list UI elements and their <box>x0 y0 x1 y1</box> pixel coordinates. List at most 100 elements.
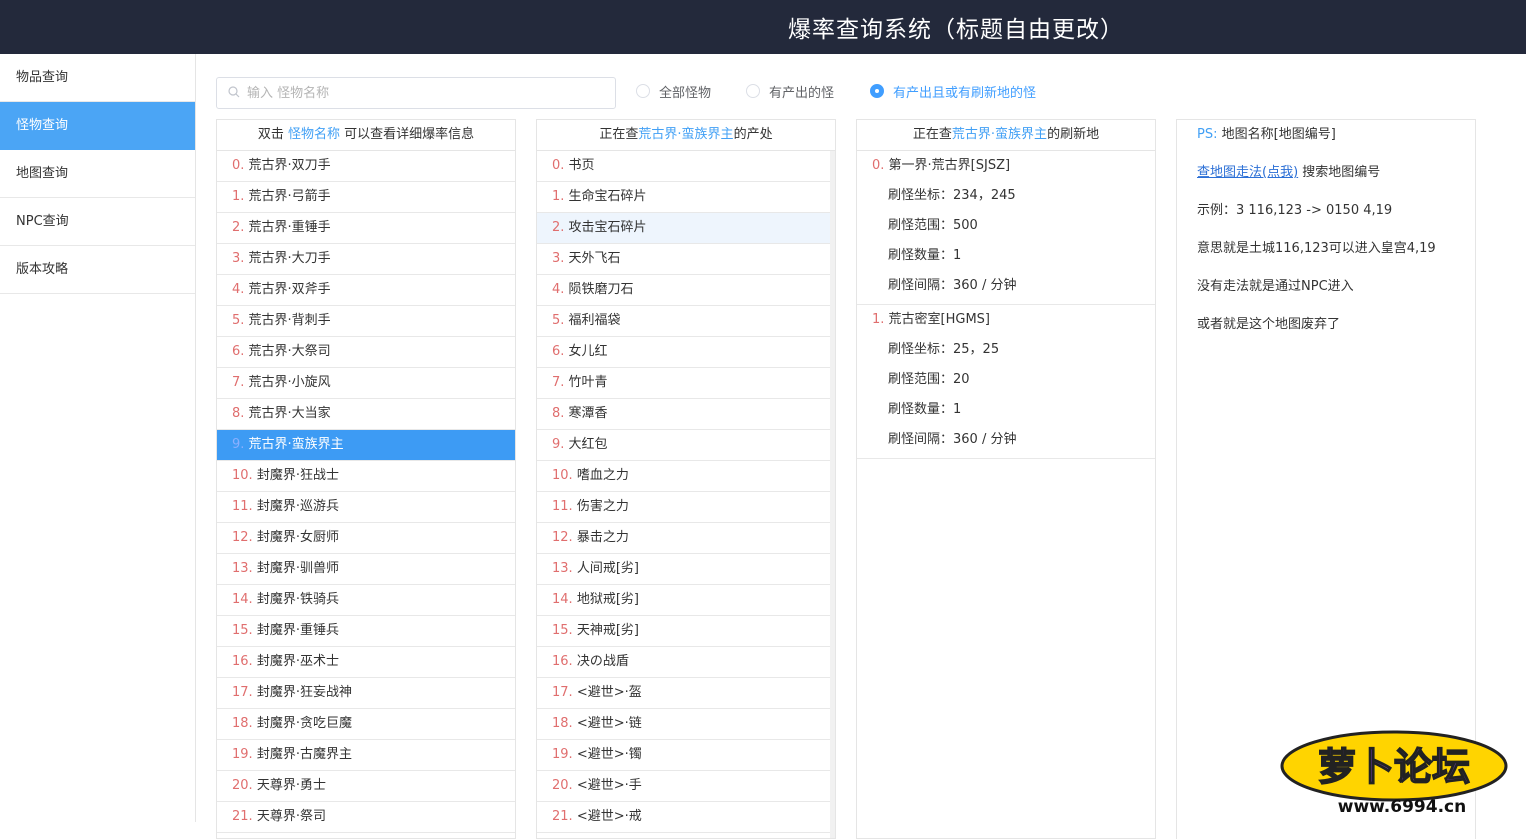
page-title: 爆率查询系统（标题自由更改） <box>788 17 1124 43</box>
drop-row[interactable]: 3. 天外飞石 <box>537 244 835 275</box>
monster-name: 封魔界·狂战士 <box>256 468 339 483</box>
monster-row[interactable]: 3. 荒古界·大刀手 <box>217 244 515 275</box>
spawn-location-title: 1. 荒古密室[HGMS] <box>857 305 1155 335</box>
drop-row[interactable]: 7. 竹叶青 <box>537 368 835 399</box>
monster-row[interactable]: 21. 天尊界·祭司 <box>217 802 515 833</box>
drop-row[interactable]: 6. 女儿红 <box>537 337 835 368</box>
monster-row[interactable]: 20. 天尊界·勇士 <box>217 771 515 802</box>
note-abandoned: 或者就是这个地图废弃了 <box>1197 317 1341 332</box>
row-index: 0. <box>232 158 249 173</box>
row-index: 6. <box>232 344 249 359</box>
monster-row[interactable]: 2. 荒古界·重锤手 <box>217 213 515 244</box>
sidebar-item-guide[interactable]: 版本攻略 <box>0 246 195 294</box>
row-index: 2. <box>552 220 569 235</box>
row-index: 4. <box>232 282 249 297</box>
drop-row[interactable]: 4. 陨铁磨刀石 <box>537 275 835 306</box>
spawn-location[interactable]: 0. 第一界·荒古界[SJSZ] 刷怪坐标：234，245 刷怪范围：500 刷怪数量… <box>857 151 1155 305</box>
drop-list: 0. 书页 1. 生命宝石碎片 2. 攻击宝石碎片 3. 天外飞石 4. 陨铁磨刀石 5.… <box>537 151 835 833</box>
drop-row[interactable]: 15. 天神戒[劣] <box>537 616 835 647</box>
monster-row[interactable]: 8. 荒古界·大当家 <box>217 399 515 430</box>
monster-row[interactable]: 18. 封魔界·贪吃巨魔 <box>217 709 515 740</box>
row-index: 19. <box>232 747 257 762</box>
drop-row[interactable]: 5. 福利福袋 <box>537 306 835 337</box>
drop-row[interactable]: 0. 书页 <box>537 151 835 182</box>
link-suffix: 搜索地图编号 <box>1298 165 1381 180</box>
map-route-link[interactable]: 查地图走法(点我) <box>1197 165 1298 180</box>
row-index: 7. <box>232 375 249 390</box>
drop-row[interactable]: 10. 嗜血之力 <box>537 461 835 492</box>
row-index: 13. <box>552 561 577 576</box>
monster-name: 荒古界·重锤手 <box>248 220 331 235</box>
search-input[interactable] <box>247 78 607 108</box>
row-index: 8. <box>552 406 569 421</box>
drop-name: 暴击之力 <box>576 530 629 545</box>
sidebar-item-npc-query[interactable]: NPC查询 <box>0 198 195 246</box>
drop-row[interactable]: 18. <避世>·链 <box>537 709 835 740</box>
drop-row[interactable]: 1. 生命宝石碎片 <box>537 182 835 213</box>
monster-row[interactable]: 1. 荒古界·弓箭手 <box>217 182 515 213</box>
filter-all-monsters[interactable]: 全部怪物 <box>636 82 711 101</box>
drop-row[interactable]: 13. 人间戒[劣] <box>537 554 835 585</box>
monster-row[interactable]: 0. 荒古界·双刀手 <box>217 151 515 182</box>
row-index: 17. <box>552 685 577 700</box>
spawn-list-header: 正在查荒古界·蛮族界主的刷新地 <box>857 120 1155 151</box>
drop-row[interactable]: 16. 决の战盾 <box>537 647 835 678</box>
filter-with-drops-or-spawns[interactable]: 有产出且或有刷新地的怪 <box>870 82 1036 101</box>
scrollbar[interactable] <box>830 151 835 838</box>
drop-row[interactable]: 20. <避世>·手 <box>537 771 835 802</box>
row-index: 18. <box>552 716 577 731</box>
monster-name: 封魔界·巫术士 <box>256 654 339 669</box>
monster-row[interactable]: 13. 封魔界·驯兽师 <box>217 554 515 585</box>
drop-row[interactable]: 19. <避世>·镯 <box>537 740 835 771</box>
monster-row[interactable]: 10. 封魔界·狂战士 <box>217 461 515 492</box>
spawn-location[interactable]: 1. 荒古密室[HGMS] 刷怪坐标：25，25 刷怪范围：20 刷怪数量：1 刷怪间隔… <box>857 305 1155 459</box>
note-ps: PS: 地图名称[地图编号] <box>1177 120 1475 158</box>
sidebar-item-monster-query[interactable]: 怪物查询 <box>0 102 195 150</box>
row-index: 9. <box>552 437 569 452</box>
drop-row[interactable]: 11. 伤害之力 <box>537 492 835 523</box>
monster-row[interactable]: 4. 荒古界·双斧手 <box>217 275 515 306</box>
row-index: 15. <box>552 623 577 638</box>
spawn-interval: 刷怪间隔：360 / 分钟 <box>888 432 1017 447</box>
drop-row[interactable]: 12. 暴击之力 <box>537 523 835 554</box>
monster-row[interactable]: 7. 荒古界·小旋风 <box>217 368 515 399</box>
row-index: 11. <box>552 499 577 514</box>
header-suffix: 的刷新地 <box>1047 127 1100 142</box>
monster-row[interactable]: 11. 封魔界·巡游兵 <box>217 492 515 523</box>
monster-row[interactable]: 17. 封魔界·狂妄战神 <box>217 678 515 709</box>
monster-row[interactable]: 6. 荒古界·大祭司 <box>217 337 515 368</box>
ps-label: PS: <box>1197 127 1218 142</box>
drop-row[interactable]: 14. 地狱戒[劣] <box>537 585 835 616</box>
spawn-map-name: 荒古密室[HGMS] <box>888 312 991 327</box>
monster-name: 封魔界·重锤兵 <box>256 623 339 638</box>
row-index: 7. <box>552 375 569 390</box>
row-index: 20. <box>552 778 577 793</box>
sidebar-item-item-query[interactable]: 物品查询 <box>0 54 195 102</box>
drop-name: 陨铁磨刀石 <box>568 282 634 297</box>
monster-row[interactable]: 16. 封魔界·巫术士 <box>217 647 515 678</box>
monster-name: 荒古界·弓箭手 <box>248 189 331 204</box>
monster-row[interactable]: 15. 封魔界·重锤兵 <box>217 616 515 647</box>
drop-row[interactable]: 2. 攻击宝石碎片 <box>537 213 835 244</box>
row-index: 0. <box>872 158 889 173</box>
monster-row[interactable]: 14. 封魔界·铁骑兵 <box>217 585 515 616</box>
drop-row[interactable]: 17. <避世>·盔 <box>537 678 835 709</box>
monster-name: 荒古界·大刀手 <box>248 251 331 266</box>
filter-with-drops[interactable]: 有产出的怪 <box>746 82 835 101</box>
filter-label: 有产出的怪 <box>769 85 835 101</box>
monster-name: 荒古界·背刺手 <box>248 313 331 328</box>
monster-name: 封魔界·狂妄战神 <box>256 685 352 700</box>
row-index: 12. <box>552 530 577 545</box>
monster-row[interactable]: 9. 荒古界·蛮族界主 <box>217 430 515 461</box>
drop-row[interactable]: 9. 大红包 <box>537 430 835 461</box>
monster-row[interactable]: 5. 荒古界·背刺手 <box>217 306 515 337</box>
drop-name: 寒潭香 <box>568 406 608 421</box>
sidebar-item-map-query[interactable]: 地图查询 <box>0 150 195 198</box>
monster-row[interactable]: 19. 封魔界·古魔界主 <box>217 740 515 771</box>
radio-dot <box>636 84 650 98</box>
drop-row[interactable]: 8. 寒潭香 <box>537 399 835 430</box>
monster-row[interactable]: 12. 封魔界·女厨师 <box>217 523 515 554</box>
drop-row[interactable]: 21. <避世>·戒 <box>537 802 835 833</box>
spawn-map-name: 第一界·荒古界[SJSZ] <box>888 158 1011 173</box>
monster-name: 荒古界·双刀手 <box>248 158 331 173</box>
